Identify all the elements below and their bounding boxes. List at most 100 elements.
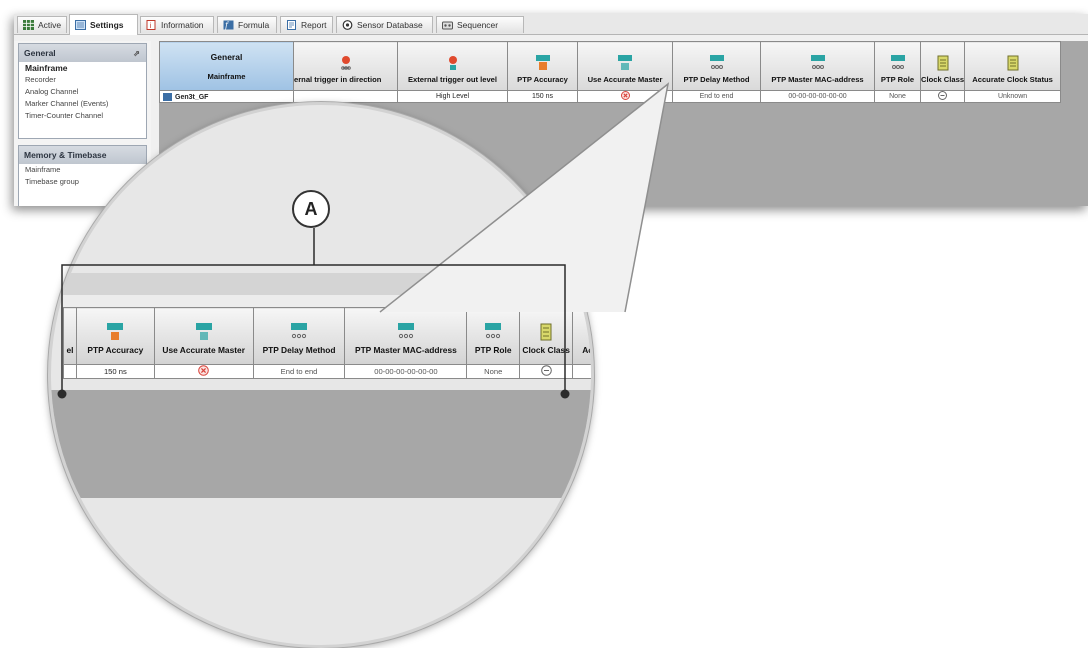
column-header-trigger-out-level[interactable]: External trigger out level: [397, 41, 508, 91]
zoom-divider: [51, 273, 591, 295]
header-sub-label: Mainframe: [207, 71, 246, 81]
panel-header[interactable]: General ⇗: [19, 44, 146, 62]
cell-accurate-clock-status[interactable]: Unknown: [964, 90, 1062, 103]
zoom-header-ptp-role[interactable]: PTP Role: [466, 307, 521, 365]
tab-sensor-database[interactable]: Sensor Database: [336, 16, 433, 33]
cell-trigger-out-level[interactable]: High Level: [397, 90, 508, 103]
general-panel: General ⇗ Mainframe Recorder Analog Chan…: [18, 43, 147, 139]
sidebar-item-memory-mainframe[interactable]: Mainframe: [19, 164, 146, 176]
ptp-network-icon: [709, 55, 724, 69]
column-header-label: Accurate Clock Status: [972, 75, 1053, 84]
column-header-label: PTP Role: [880, 75, 915, 84]
collapse-chevron-icon[interactable]: ⇗: [133, 49, 140, 58]
zoom-cell-ptp-master-mac[interactable]: 00-00-00-00-00-00: [344, 364, 468, 379]
callout-badge: A: [292, 190, 330, 228]
panel-header[interactable]: Memory & Timebase: [19, 146, 146, 164]
column-header-label: Use Accurate Master: [587, 75, 663, 84]
ptp-accuracy-icon: [107, 323, 124, 340]
column-header-trigger-in-direction[interactable]: ernal trigger in direction: [293, 41, 398, 91]
panel-title: Memory & Timebase: [24, 150, 107, 160]
zoom-divider: [51, 295, 591, 307]
tab-label: Information: [161, 20, 204, 30]
sidebar-item-marker-channel[interactable]: Marker Channel (Events): [19, 98, 146, 110]
column-header-ptp-delay-method[interactable]: PTP Delay Method: [672, 41, 761, 91]
tab-sequencer[interactable]: Sequencer: [436, 16, 524, 33]
table-row[interactable]: Gen3t_GF High Level 150 ns End to end 00…: [159, 90, 1062, 103]
cell-clock-class[interactable]: [919, 90, 966, 103]
ptp-network-icon: [890, 55, 905, 69]
sidebar-item-timer-counter[interactable]: Timer-Counter Channel: [19, 110, 146, 122]
tab-label: Settings: [90, 20, 124, 30]
clock-class-icon: [937, 55, 949, 71]
column-header-ptp-role[interactable]: PTP Role: [874, 41, 921, 91]
zoom-magnifier: el PTP Accuracy Use Accurate Master PTP …: [48, 102, 594, 648]
zoomed-grid: el PTP Accuracy Use Accurate Master PTP …: [63, 307, 593, 379]
column-header-accurate-clock-status[interactable]: Accurate Clock Status: [964, 41, 1062, 91]
zoom-header-ptp-accuracy[interactable]: PTP Accuracy: [75, 307, 155, 365]
zoom-header-ptp-master-mac[interactable]: PTP Master MAC-address: [344, 307, 468, 365]
tab-label: Formula: [238, 20, 270, 30]
column-header-use-accurate-master[interactable]: Use Accurate Master: [577, 41, 673, 91]
general-mainframe-header[interactable]: General Mainframe: [159, 41, 294, 91]
tab-settings[interactable]: Settings: [69, 14, 138, 35]
zoom-cell-ptp-role[interactable]: None: [466, 364, 521, 379]
zoom-cell-ptp-delay-method[interactable]: End to end: [252, 364, 346, 379]
sensor-database-icon: [342, 20, 353, 30]
column-header-label: External trigger out level: [407, 75, 498, 84]
ptp-master-icon: [195, 323, 212, 340]
column-header-label: Clock Class: [522, 345, 570, 355]
minus-circle-icon: [938, 91, 948, 100]
zoom-cell-clock-class[interactable]: [519, 364, 574, 379]
cell-use-accurate-master[interactable]: [577, 90, 673, 103]
zoom-cell-use-accurate-master[interactable]: [153, 364, 254, 379]
sidebar-item-analog-channel[interactable]: Analog Channel: [19, 86, 146, 98]
header-group-label: General: [210, 51, 243, 62]
cell-ptp-master-mac[interactable]: 00-00-00-00-00-00: [760, 90, 875, 103]
cell-ptp-role[interactable]: None: [874, 90, 921, 103]
zoom-cell-prev[interactable]: [63, 364, 77, 379]
tab-active[interactable]: Active: [17, 16, 67, 33]
tab-label: Sequencer: [457, 20, 499, 30]
tab-label: Active: [38, 20, 62, 30]
zoom-cell-ptp-accuracy[interactable]: 150 ns: [75, 364, 155, 379]
column-header-label: el: [66, 345, 74, 355]
tab-report[interactable]: Report: [280, 16, 333, 33]
tab-formula[interactable]: f Formula: [217, 16, 277, 33]
table-row[interactable]: 150 ns End to end 00-00-00-00-00-00 None: [63, 364, 591, 379]
column-header-label: PTP Role: [474, 345, 512, 355]
zoom-cell-next[interactable]: [572, 364, 591, 379]
row-name-cell[interactable]: Gen3t_GF: [159, 90, 294, 103]
tab-information[interactable]: i Information: [140, 16, 214, 33]
row-name: Gen3t_GF: [175, 93, 209, 101]
column-header-clock-class[interactable]: Clock Class: [919, 41, 966, 91]
report-icon: [286, 20, 297, 30]
sidebar-item-mainframe[interactable]: Mainframe: [19, 62, 146, 74]
column-header-ptp-master-mac[interactable]: PTP Master MAC-address: [760, 41, 875, 91]
column-header-label: Clock Class: [921, 75, 965, 84]
zoom-header-prev[interactable]: el: [63, 307, 77, 365]
formula-icon: f: [223, 20, 234, 30]
tab-label: Sensor Database: [357, 20, 423, 30]
column-header-label: PTP Master MAC-address: [354, 345, 457, 355]
sidebar-item-recorder[interactable]: Recorder: [19, 74, 146, 86]
column-header-ptp-accuracy[interactable]: PTP Accuracy: [507, 41, 578, 91]
mainframe-icon: [163, 92, 172, 101]
cell-ptp-accuracy[interactable]: 150 ns: [507, 90, 578, 103]
ptp-network-icon: [397, 323, 414, 339]
column-header-label: PTP Delay Method: [683, 75, 750, 84]
cell-ptp-delay-method[interactable]: End to end: [672, 90, 761, 103]
trigger-out-icon: [448, 56, 457, 70]
zoom-header-ptp-delay-method[interactable]: PTP Delay Method: [252, 307, 346, 365]
minus-circle-icon: [540, 365, 552, 376]
zoom-header-next[interactable]: Ac: [572, 307, 593, 365]
cell-trigger-in-direction[interactable]: [293, 90, 398, 103]
clock-class-icon: [540, 323, 552, 341]
ptp-master-icon: [618, 55, 632, 70]
column-header-label: Ac: [582, 345, 593, 355]
column-header-label: PTP Delay Method: [262, 345, 336, 355]
zoom-header-clock-class[interactable]: Clock Class: [519, 307, 574, 365]
tab-label: Report: [301, 20, 327, 30]
trigger-icon: [340, 56, 351, 70]
sequencer-icon: [442, 20, 453, 30]
zoom-header-use-accurate-master[interactable]: Use Accurate Master: [153, 307, 254, 365]
